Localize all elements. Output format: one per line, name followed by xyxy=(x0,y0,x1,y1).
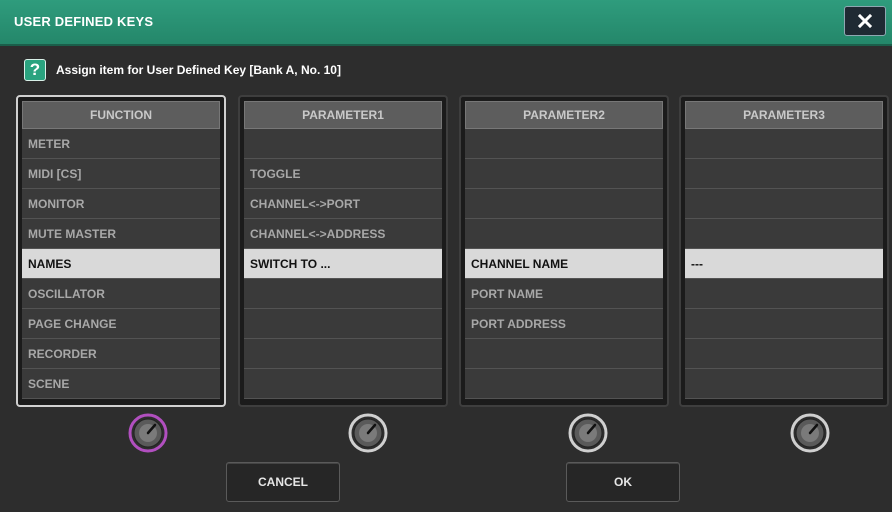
list-item[interactable]: SWITCH TO ... xyxy=(244,249,442,279)
function-knob[interactable] xyxy=(128,413,168,453)
list-item[interactable] xyxy=(465,129,663,159)
help-row: ? Assign item for User Defined Key [Bank… xyxy=(24,58,341,82)
list-item[interactable] xyxy=(685,189,883,219)
list-item[interactable] xyxy=(244,339,442,369)
list-item[interactable]: PORT ADDRESS xyxy=(465,309,663,339)
list-item[interactable] xyxy=(465,339,663,369)
cancel-button[interactable]: CANCEL xyxy=(226,462,340,502)
close-icon xyxy=(858,14,872,28)
parameter3-list-panel[interactable]: PARAMETER3 --- xyxy=(679,95,889,407)
list-item[interactable]: CHANNEL NAME xyxy=(465,249,663,279)
ok-button[interactable]: OK xyxy=(566,462,680,502)
help-text: Assign item for User Defined Key [Bank A… xyxy=(56,63,341,77)
list-item[interactable] xyxy=(685,309,883,339)
list-item[interactable] xyxy=(465,369,663,399)
list-item[interactable]: MONITOR xyxy=(22,189,220,219)
list-item[interactable]: METER xyxy=(22,129,220,159)
parameter2-list-panel[interactable]: PARAMETER2 CHANNEL NAME PORT NAME PORT ADD… xyxy=(459,95,669,407)
list-item[interactable]: OSCILLATOR xyxy=(22,279,220,309)
list-item[interactable] xyxy=(465,219,663,249)
list-item[interactable]: PORT NAME xyxy=(465,279,663,309)
list-item[interactable]: PAGE CHANGE xyxy=(22,309,220,339)
column-header-parameter1: PARAMETER1 xyxy=(244,101,442,129)
list-item[interactable] xyxy=(244,369,442,399)
function-list-panel[interactable]: FUNCTION METER MIDI [CS] MONITOR MUTE MASTE… xyxy=(16,95,226,407)
question-icon[interactable]: ? xyxy=(24,59,46,81)
list-item[interactable] xyxy=(244,309,442,339)
parameter1-list-panel[interactable]: PARAMETER1 TOGGLE CHANNEL<->PORT CHANNEL<-… xyxy=(238,95,448,407)
parameter2-knob[interactable] xyxy=(568,413,608,453)
close-button[interactable] xyxy=(844,6,886,36)
list-item[interactable] xyxy=(685,159,883,189)
list-item[interactable]: NAMES xyxy=(22,249,220,279)
window-title: USER DEFINED KEYS xyxy=(14,14,154,29)
list-item[interactable]: MUTE MASTER xyxy=(22,219,220,249)
column-header-parameter2: PARAMETER2 xyxy=(465,101,663,129)
list-item[interactable] xyxy=(685,219,883,249)
parameter1-knob[interactable] xyxy=(348,413,388,453)
column-header-function: FUNCTION xyxy=(22,101,220,129)
list-item[interactable] xyxy=(465,189,663,219)
list-item[interactable] xyxy=(685,339,883,369)
list-item[interactable]: --- xyxy=(685,249,883,279)
list-item[interactable] xyxy=(685,279,883,309)
list-item[interactable]: SCENE xyxy=(22,369,220,399)
list-item[interactable] xyxy=(685,369,883,399)
list-item[interactable] xyxy=(244,129,442,159)
list-item[interactable] xyxy=(465,159,663,189)
list-item[interactable]: MIDI [CS] xyxy=(22,159,220,189)
list-item[interactable] xyxy=(244,279,442,309)
list-item[interactable]: CHANNEL<->ADDRESS xyxy=(244,219,442,249)
list-item[interactable]: TOGGLE xyxy=(244,159,442,189)
list-item[interactable]: CHANNEL<->PORT xyxy=(244,189,442,219)
title-bar: USER DEFINED KEYS xyxy=(0,0,892,46)
list-item[interactable] xyxy=(685,129,883,159)
list-item[interactable]: RECORDER xyxy=(22,339,220,369)
column-header-parameter3: PARAMETER3 xyxy=(685,101,883,129)
parameter3-knob[interactable] xyxy=(790,413,830,453)
user-defined-keys-dialog: USER DEFINED KEYS ? Assign item for User… xyxy=(0,0,892,512)
